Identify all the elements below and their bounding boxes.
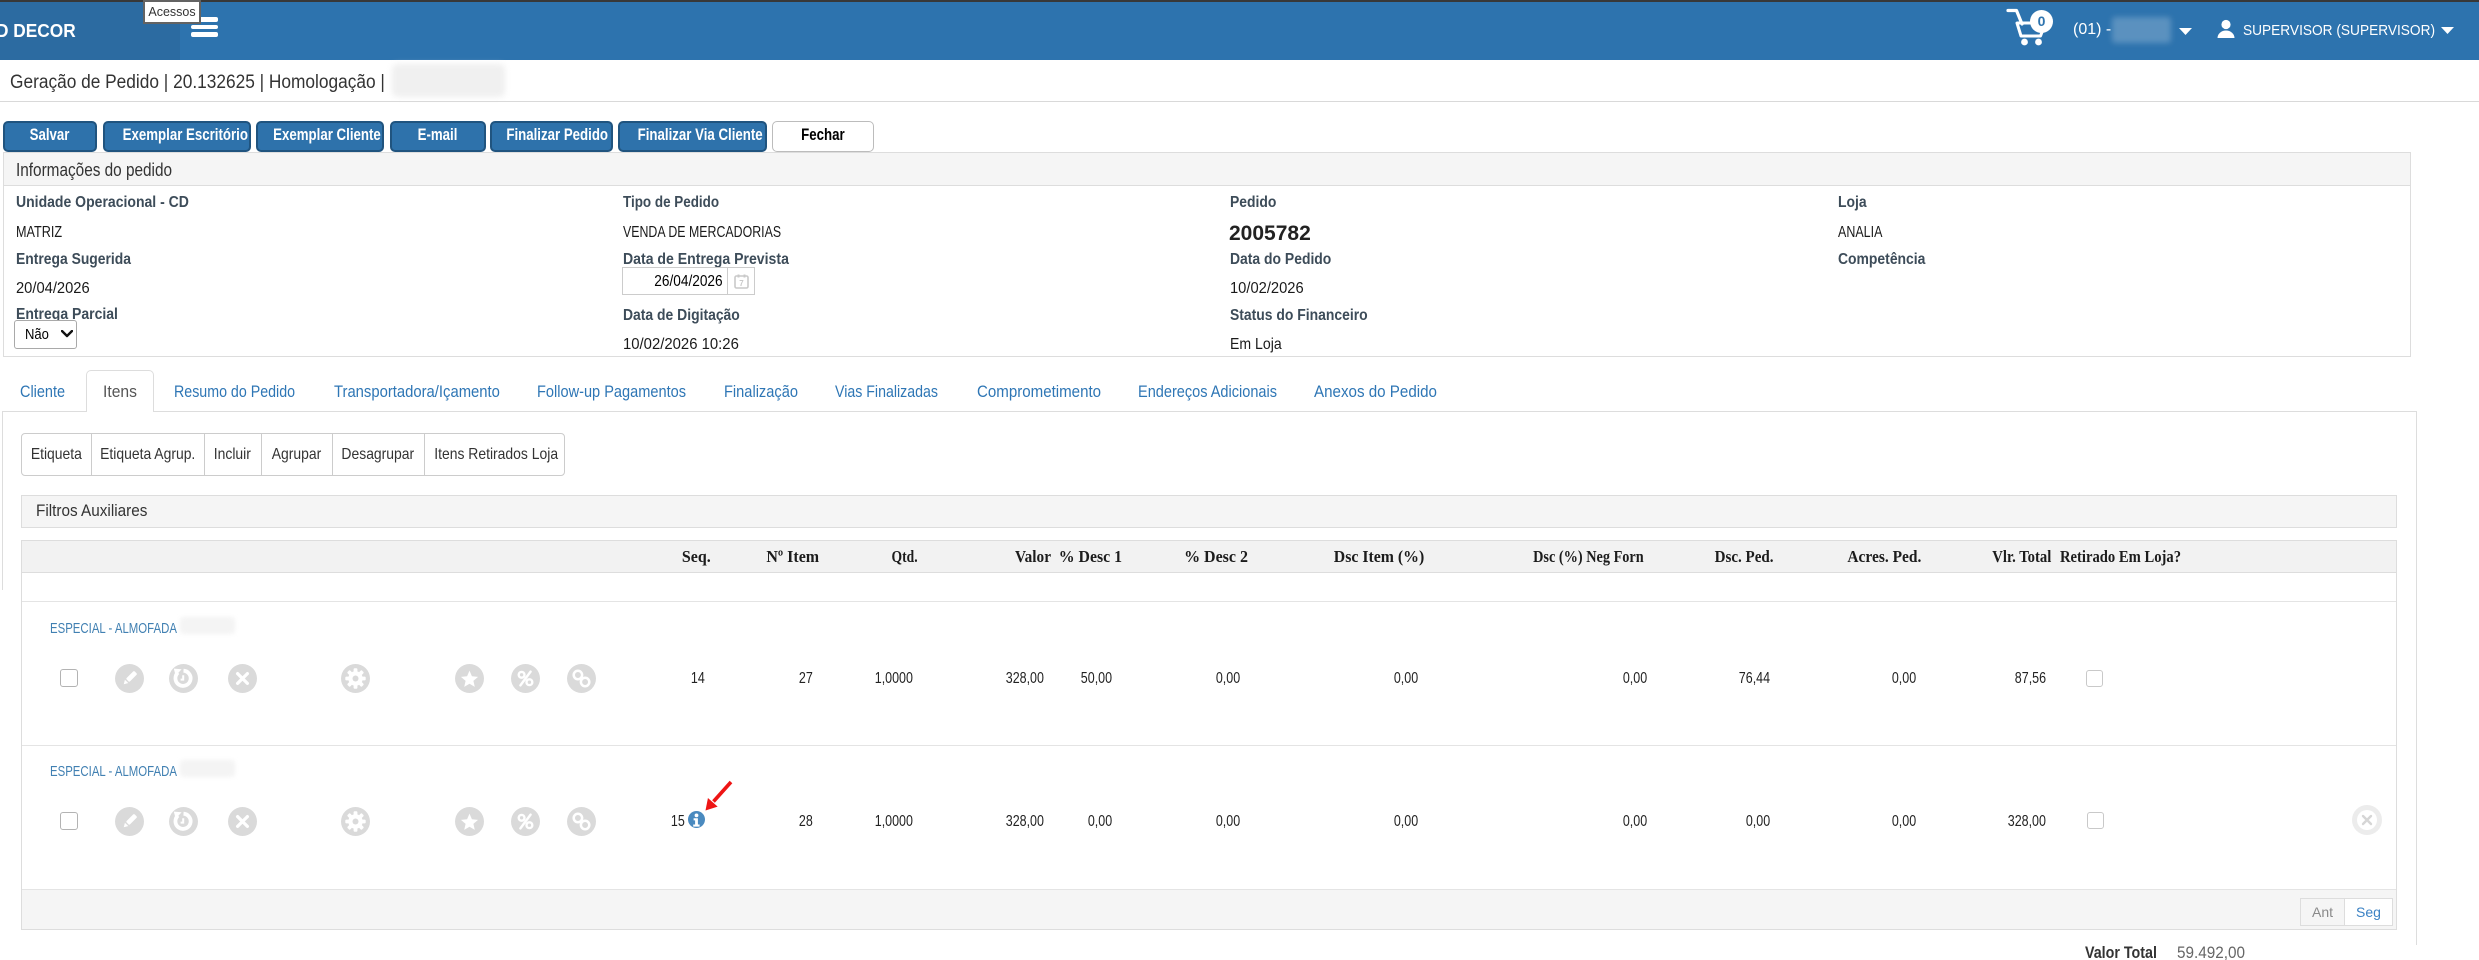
svg-text:7: 7: [739, 279, 744, 288]
